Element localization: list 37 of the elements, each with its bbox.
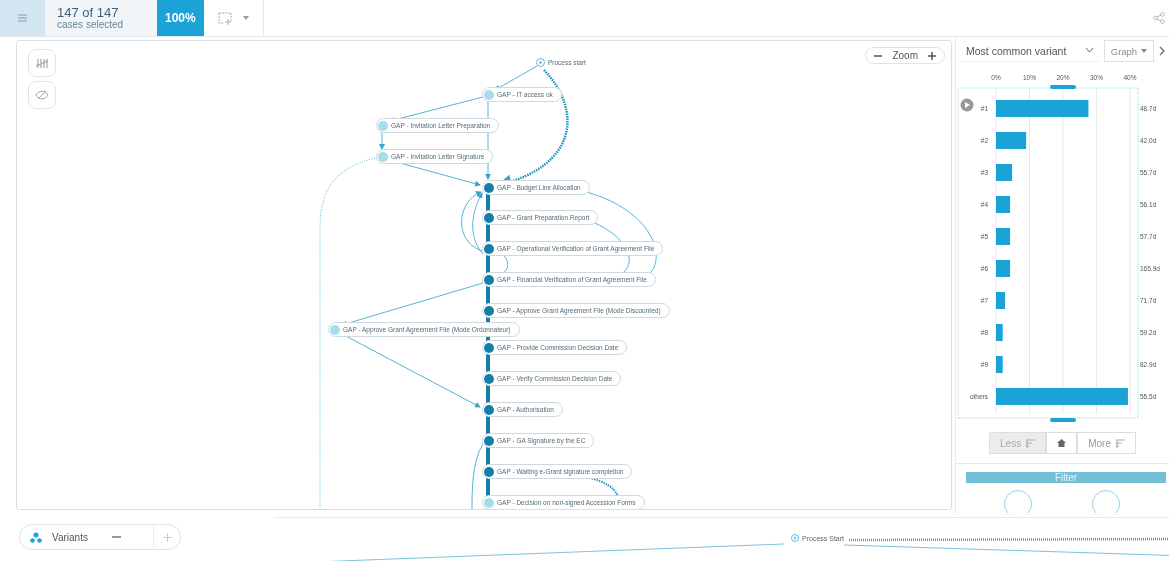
- case-caption: cases selected: [57, 20, 125, 30]
- variant-bar[interactable]: [996, 292, 1006, 309]
- menu-icon[interactable]: [18, 14, 27, 22]
- variant-bar[interactable]: [996, 164, 1013, 181]
- percentage-badge: 100%: [157, 0, 204, 36]
- variant-bar[interactable]: [996, 260, 1011, 277]
- variant-bar[interactable]: [996, 324, 1003, 341]
- share-icon[interactable]: [1153, 12, 1165, 24]
- variant-bar[interactable]: [996, 228, 1011, 245]
- home-icon: [1057, 439, 1067, 447]
- zoom-in-icon[interactable]: [928, 51, 936, 60]
- variant-dropdown[interactable]: Most common variant: [960, 40, 1099, 62]
- caret-icon: [1141, 49, 1148, 53]
- play-icon[interactable]: [960, 98, 974, 112]
- tally-icon[interactable]: [35, 57, 49, 69]
- eye-slash-icon[interactable]: [35, 90, 49, 100]
- start-icon: [536, 58, 545, 67]
- plus-icon[interactable]: [162, 532, 172, 542]
- sort-icon: [1115, 438, 1125, 448]
- graph-dropdown[interactable]: Graph: [1103, 40, 1155, 62]
- selection-icon[interactable]: [217, 11, 233, 25]
- chevron-down-icon: [1085, 48, 1093, 53]
- variant-bar[interactable]: [996, 356, 1003, 373]
- variants-control[interactable]: Variants: [19, 524, 181, 550]
- chevron-right-icon[interactable]: [1159, 46, 1165, 56]
- variant-bar[interactable]: [996, 132, 1027, 149]
- home-button[interactable]: [1046, 432, 1078, 454]
- case-count: 147 of 147: [57, 5, 120, 20]
- variant-bar[interactable]: [996, 196, 1011, 213]
- minus-icon[interactable]: [111, 536, 121, 538]
- sort-icon: [1026, 438, 1036, 448]
- zoom-label: Zoom: [892, 50, 918, 61]
- caret-icon[interactable]: [242, 16, 249, 20]
- connector-line: [471, 443, 484, 509]
- start-icon: [791, 534, 799, 542]
- variants-icon: [30, 531, 42, 543]
- connector-line: [379, 131, 385, 150]
